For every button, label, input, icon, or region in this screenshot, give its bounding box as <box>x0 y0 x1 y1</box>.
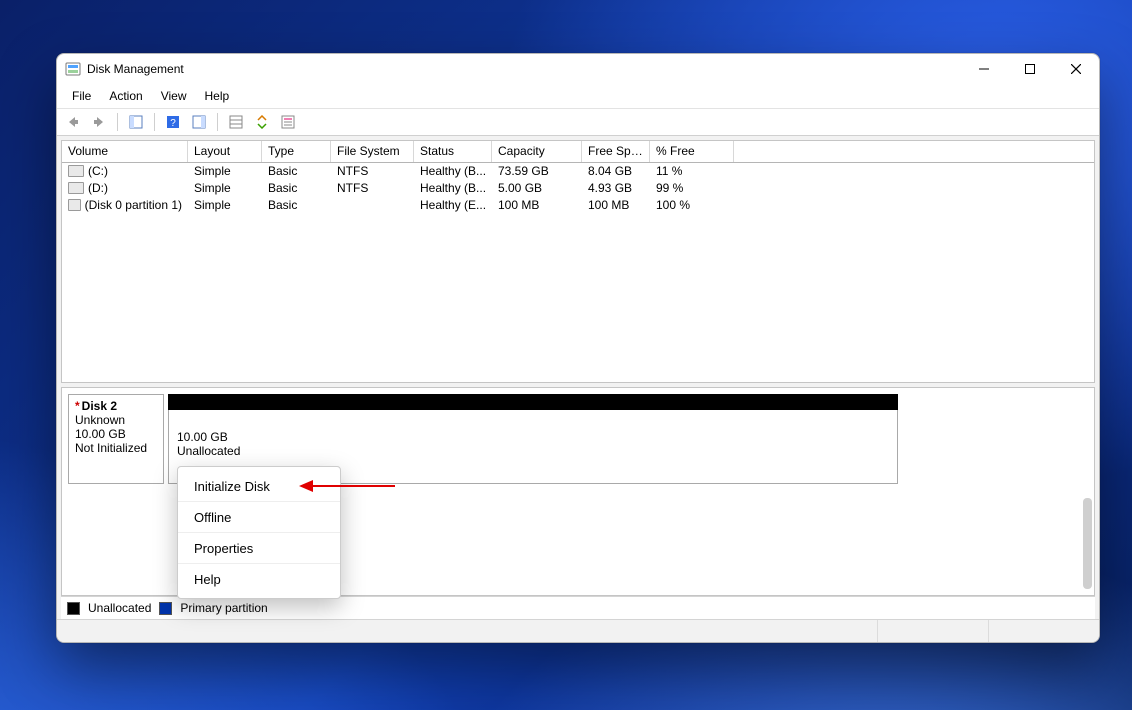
statusbar-segment <box>988 620 1099 642</box>
drive-icon <box>68 199 81 211</box>
volume-pct: 99 % <box>650 180 734 197</box>
refresh-button[interactable] <box>250 110 274 134</box>
volume-pct: 11 % <box>650 163 734 180</box>
volume-list-header: Volume Layout Type File System Status Ca… <box>62 141 1094 163</box>
column-freespace[interactable]: Free Spa... <box>582 141 650 162</box>
volume-capacity: 5.00 GB <box>492 180 582 197</box>
menubar: File Action View Help <box>57 84 1099 109</box>
volume-fs: NTFS <box>331 163 414 180</box>
show-hide-action-pane-button[interactable] <box>187 110 211 134</box>
back-button[interactable] <box>61 110 85 134</box>
volume-capacity: 73.59 GB <box>492 163 582 180</box>
disk-size: 10.00 GB <box>75 427 157 441</box>
volume-free: 8.04 GB <box>582 163 650 180</box>
disk-kind: Unknown <box>75 413 157 427</box>
menu-file[interactable]: File <box>63 86 100 106</box>
volume-row[interactable]: (Disk 0 partition 1) Simple Basic Health… <box>62 197 1094 214</box>
disk-warning-icon: * <box>75 399 80 413</box>
volume-row[interactable]: (D:) Simple Basic NTFS Healthy (B... 5.0… <box>62 180 1094 197</box>
context-menu-offline[interactable]: Offline <box>178 502 340 533</box>
volume-layout: Simple <box>188 163 262 180</box>
vertical-scrollbar[interactable] <box>1083 498 1092 589</box>
menu-action[interactable]: Action <box>100 86 151 106</box>
titlebar[interactable]: Disk Management <box>57 54 1099 84</box>
volume-type: Basic <box>262 180 331 197</box>
help-button[interactable]: ? <box>161 110 185 134</box>
statusbar <box>57 619 1099 642</box>
disk-info-box[interactable]: *Disk 2 Unknown 10.00 GB Not Initialized <box>68 394 164 484</box>
volume-fs: NTFS <box>331 180 414 197</box>
volume-list-body: (C:) Simple Basic NTFS Healthy (B... 73.… <box>62 163 1094 214</box>
show-hide-console-tree-button[interactable] <box>124 110 148 134</box>
settings-button[interactable] <box>224 110 248 134</box>
disk-partition-stripe <box>168 394 898 410</box>
statusbar-segment <box>877 620 988 642</box>
volume-type: Basic <box>262 197 331 214</box>
disk-management-icon <box>65 61 81 77</box>
svg-text:?: ? <box>170 118 176 129</box>
volume-capacity: 100 MB <box>492 197 582 214</box>
partition-state: Unallocated <box>177 444 891 458</box>
column-capacity[interactable]: Capacity <box>492 141 582 162</box>
minimize-button[interactable] <box>961 54 1007 84</box>
legend-strip: Unallocated Primary partition <box>61 596 1095 619</box>
volume-pct: 100 % <box>650 197 734 214</box>
column-layout[interactable]: Layout <box>188 141 262 162</box>
volume-layout: Simple <box>188 180 262 197</box>
volume-list-pane: Volume Layout Type File System Status Ca… <box>61 140 1095 383</box>
drive-icon <box>68 182 84 194</box>
legend-label-primary: Primary partition <box>180 601 267 615</box>
volume-name: (D:) <box>88 181 108 195</box>
menu-view[interactable]: View <box>152 86 196 106</box>
volume-free: 100 MB <box>582 197 650 214</box>
menu-help[interactable]: Help <box>196 86 239 106</box>
desktop-background: Disk Management File Action View Help <box>0 0 1132 710</box>
context-menu-help[interactable]: Help <box>178 564 340 594</box>
partition-size: 10.00 GB <box>177 430 891 444</box>
legend-label-unallocated: Unallocated <box>88 601 151 615</box>
disk-management-window: Disk Management File Action View Help <box>56 53 1100 643</box>
disk-state: Not Initialized <box>75 441 157 455</box>
volume-status: Healthy (B... <box>414 163 492 180</box>
window-title: Disk Management <box>87 62 184 76</box>
volume-row[interactable]: (C:) Simple Basic NTFS Healthy (B... 73.… <box>62 163 1094 180</box>
column-pctfree[interactable]: % Free <box>650 141 734 162</box>
context-menu-properties[interactable]: Properties <box>178 533 340 564</box>
volume-fs <box>331 197 414 214</box>
toolbar: ? <box>57 109 1099 136</box>
context-menu-initialize-disk[interactable]: Initialize Disk <box>178 471 340 502</box>
volume-free: 4.93 GB <box>582 180 650 197</box>
volume-status: Healthy (B... <box>414 180 492 197</box>
column-volume[interactable]: Volume <box>62 141 188 162</box>
legend-swatch-unallocated <box>67 602 80 615</box>
drive-icon <box>68 165 84 177</box>
disk-context-menu: Initialize Disk Offline Properties Help <box>177 466 341 599</box>
maximize-button[interactable] <box>1007 54 1053 84</box>
column-type[interactable]: Type <box>262 141 331 162</box>
properties-button[interactable] <box>276 110 300 134</box>
column-status[interactable]: Status <box>414 141 492 162</box>
column-filesystem[interactable]: File System <box>331 141 414 162</box>
close-button[interactable] <box>1053 54 1099 84</box>
disk-name: Disk 2 <box>82 399 117 413</box>
volume-name: (Disk 0 partition 1) <box>85 198 182 212</box>
forward-button[interactable] <box>87 110 111 134</box>
volume-layout: Simple <box>188 197 262 214</box>
volume-status: Healthy (E... <box>414 197 492 214</box>
volume-name: (C:) <box>88 164 108 178</box>
legend-swatch-primary <box>159 602 172 615</box>
volume-type: Basic <box>262 163 331 180</box>
